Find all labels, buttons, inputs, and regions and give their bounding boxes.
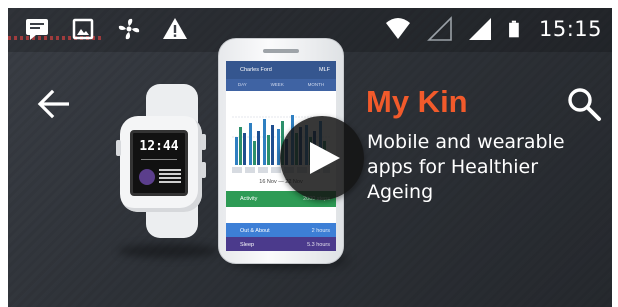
signal-full-icon bbox=[468, 18, 491, 40]
phone-row-label: Out & About bbox=[240, 228, 270, 234]
phone-app-header: Charles Ford MLF bbox=[226, 61, 336, 79]
phone-tabs: DAY WEEK MONTH bbox=[226, 79, 336, 91]
phone-row-label: Sleep bbox=[240, 242, 255, 248]
arrow-back-icon[interactable] bbox=[36, 88, 72, 120]
fan-icon bbox=[118, 18, 140, 40]
wifi-icon bbox=[385, 18, 410, 39]
watch-divider bbox=[141, 159, 177, 160]
phone-header-name: Charles Ford bbox=[240, 67, 272, 73]
search-icon[interactable] bbox=[566, 86, 602, 122]
smartwatch: 12:44 bbox=[116, 116, 206, 212]
watch-time: 12:44 bbox=[139, 139, 179, 154]
phone-row-value: 2 hours bbox=[311, 228, 330, 234]
video-thumbnail[interactable]: 15:15 12:44 Charles Ford MLF DAY WEEK MO… bbox=[8, 8, 612, 307]
phone-speaker bbox=[263, 49, 299, 53]
signal-empty-icon bbox=[427, 16, 452, 41]
phone-tab: WEEK bbox=[270, 82, 284, 87]
watch-button bbox=[201, 162, 206, 178]
phone-row-label: Activity bbox=[240, 196, 258, 202]
watch-button bbox=[201, 134, 206, 150]
play-button[interactable] bbox=[280, 116, 364, 200]
phone-header-right: MLF bbox=[319, 67, 330, 73]
phone-tab: MONTH bbox=[307, 82, 325, 87]
battery-icon bbox=[509, 20, 519, 38]
play-icon bbox=[310, 142, 340, 174]
watch-text-lines bbox=[159, 169, 181, 185]
phone-row-value: 5.3 hours bbox=[307, 242, 330, 248]
watch-button bbox=[116, 140, 121, 156]
phone-row-sleep: Sleep 5.3 hours bbox=[226, 237, 336, 251]
app-title: My Kin bbox=[366, 84, 468, 119]
app-subtitle: Mobile and wearable apps for Healthier A… bbox=[367, 131, 565, 203]
image-icon bbox=[72, 18, 94, 40]
watch-logo-icon bbox=[139, 169, 155, 185]
message-icon bbox=[26, 19, 48, 40]
phone-tab: DAY bbox=[237, 82, 247, 87]
warning-icon bbox=[163, 18, 187, 39]
status-time: 15:15 bbox=[538, 17, 602, 41]
watch-screen: 12:44 bbox=[130, 130, 188, 196]
watch-shadow bbox=[118, 244, 218, 258]
